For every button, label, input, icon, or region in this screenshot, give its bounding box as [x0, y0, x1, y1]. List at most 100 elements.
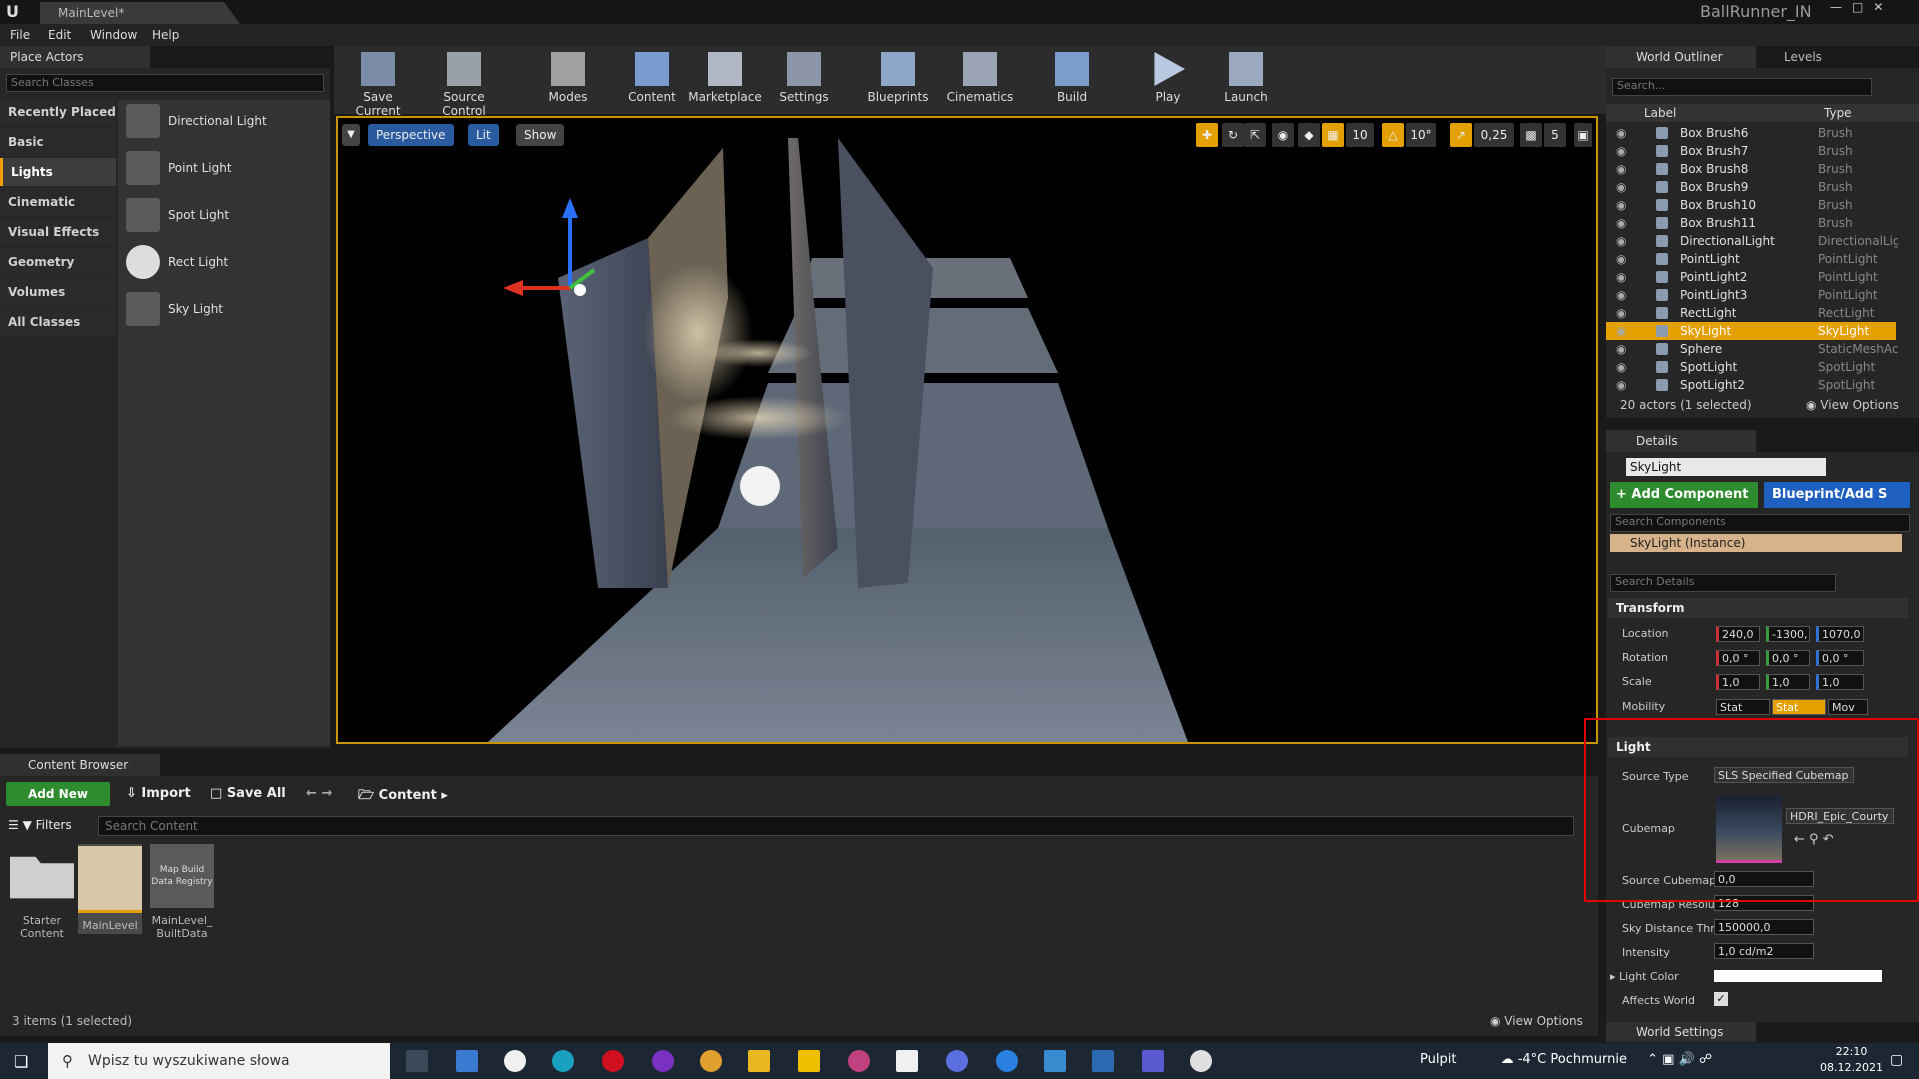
maps-icon[interactable] [996, 1050, 1018, 1072]
task-view-icon[interactable] [406, 1050, 428, 1072]
lit-button[interactable]: Lit [468, 124, 499, 146]
rotation-z-field[interactable]: 0,0 ° [1816, 650, 1864, 666]
eye-icon[interactable]: ◉ [1616, 304, 1626, 322]
eye-icon[interactable]: ◉ [1616, 340, 1626, 358]
outliner-row[interactable]: ◉ Box Brush9 Brush [1606, 178, 1896, 196]
windows-start-icon[interactable]: ❏ [14, 1052, 28, 1071]
outliner-row[interactable]: ◉ PointLight3 PointLight [1606, 286, 1896, 304]
app-icon[interactable] [896, 1050, 918, 1072]
rotation-y-field[interactable]: 0,0 ° [1766, 650, 1810, 666]
save-current-button[interactable]: Save Current [340, 50, 416, 118]
build-button[interactable]: Build [1034, 50, 1110, 110]
outliner-row[interactable]: ◉ SkyLight SkyLight [1606, 322, 1896, 340]
eye-icon[interactable]: ◉ [1616, 232, 1626, 250]
search-classes-input[interactable]: Search Classes [6, 74, 324, 92]
scale-x-field[interactable]: 1,0 [1716, 674, 1760, 690]
mobility-movable-button[interactable]: Mov [1828, 699, 1868, 715]
affects-world-checkbox[interactable]: ✓ [1714, 992, 1728, 1006]
search-details-input[interactable]: Search Details [1610, 574, 1836, 592]
camera-speed-value[interactable]: 5 [1544, 123, 1566, 147]
search-components-input[interactable]: Search Components [1610, 514, 1910, 532]
outliner-row[interactable]: ◉ Sphere StaticMeshAct [1606, 340, 1898, 358]
app-icon[interactable] [1092, 1050, 1114, 1072]
outliner-row[interactable]: ◉ Box Brush11 Brush [1606, 214, 1896, 232]
actor-rect-light[interactable]: Rect Light [118, 241, 330, 285]
search-content-input[interactable]: Search Content [98, 816, 1574, 836]
teams-icon[interactable] [1142, 1050, 1164, 1072]
outliner-row[interactable]: ◉DirectionalLightDirectionalLigh [1606, 232, 1898, 250]
document-tab[interactable]: MainLevel* [40, 2, 240, 24]
gizmo-center[interactable] [574, 284, 586, 296]
asset-mainlevel[interactable]: MainLevel [78, 844, 142, 934]
details-tab[interactable]: Details [1606, 430, 1756, 452]
eye-icon[interactable]: ◉ [1616, 250, 1626, 268]
outliner-row[interactable]: ◉ RectLight RectLight [1606, 304, 1896, 322]
add-new-button[interactable]: Add New [6, 782, 110, 806]
eye-icon[interactable]: ◉ [1616, 142, 1626, 160]
location-z-field[interactable]: 1070,0 [1816, 626, 1864, 642]
file-explorer-icon[interactable] [748, 1050, 770, 1072]
eye-icon[interactable]: ◉ [1616, 322, 1626, 340]
actor-directional-light[interactable]: Directional Light [118, 100, 330, 144]
menu-help[interactable]: Help [152, 28, 179, 42]
launch-button[interactable]: Launch [1208, 50, 1284, 110]
perspective-button[interactable]: Perspective [368, 124, 454, 146]
actor-spot-light[interactable]: Spot Light [118, 194, 330, 238]
light-color-swatch[interactable] [1714, 970, 1882, 982]
eye-icon[interactable]: ◉ [1616, 178, 1626, 196]
scale-snap-icon[interactable]: ↗ [1450, 123, 1472, 147]
add-component-button[interactable]: + Add Component [1610, 482, 1758, 508]
play-button[interactable]: Play [1130, 50, 1206, 110]
mobility-static-button[interactable]: Stat [1716, 699, 1770, 715]
tray-icons[interactable]: ⌃ ▣ 🔊 ☍ [1647, 1052, 1712, 1067]
viewport-options-icon[interactable]: ▼ [342, 124, 360, 146]
app-icon[interactable] [1044, 1050, 1066, 1072]
category-lights[interactable]: Lights [0, 158, 116, 186]
level-viewport[interactable] [336, 116, 1598, 744]
asset-starter-content[interactable]: Starter Content [10, 844, 74, 940]
asset-mainlevel-builtdata[interactable]: Map Build Data Registry MainLevel_ Built… [150, 844, 214, 940]
settings-button[interactable]: Settings [766, 50, 842, 110]
scale-tool-icon[interactable]: ⇱ [1244, 123, 1266, 147]
outliner-row[interactable]: ◉ PointLight PointLight [1606, 250, 1896, 268]
category-recently-placed[interactable]: Recently Placed [0, 98, 116, 126]
window-controls[interactable]: —□✕ [1830, 0, 1893, 14]
edge-icon[interactable] [552, 1050, 574, 1072]
world-outliner-tab[interactable]: World Outliner [1606, 46, 1756, 68]
mobility-stationary-button[interactable]: Stat [1772, 699, 1826, 715]
outliner-view-options[interactable]: ◉ View Options [1806, 398, 1899, 412]
content-button[interactable]: Content [614, 50, 690, 110]
outliner-row[interactable]: ◉ Box Brush6 Brush [1606, 124, 1896, 142]
search-outliner-input[interactable]: Search... [1612, 78, 1872, 96]
menu-file[interactable]: File [10, 28, 30, 42]
content-view-options[interactable]: ◉ View Options [1490, 1014, 1583, 1028]
chrome-icon[interactable] [700, 1050, 722, 1072]
scale-y-field[interactable]: 1,0 [1766, 674, 1810, 690]
taskbar-search-input[interactable]: Wpisz tu wyszukiwane słowa [48, 1043, 390, 1079]
minimize-icon[interactable]: — [1830, 0, 1852, 14]
eye-icon[interactable]: ◉ [1616, 286, 1626, 304]
outliner-row[interactable]: ◉ Box Brush7 Brush [1606, 142, 1896, 160]
close-icon[interactable]: ✕ [1873, 0, 1893, 14]
category-visual-effects[interactable]: Visual Effects [0, 218, 116, 246]
content-browser-tab[interactable]: Content Browser [0, 754, 160, 776]
scale-z-field[interactable]: 1,0 [1816, 674, 1864, 690]
category-all-classes[interactable]: All Classes [0, 308, 116, 336]
grid-snap-value[interactable]: 10 [1346, 123, 1374, 147]
outliner-row[interactable]: ◉ Box Brush8 Brush [1606, 160, 1896, 178]
app-icon[interactable] [504, 1050, 526, 1072]
place-actors-tab[interactable]: Place Actors [0, 46, 150, 68]
world-space-icon[interactable]: ◉ [1272, 123, 1294, 147]
category-volumes[interactable]: Volumes [0, 278, 116, 306]
eye-icon[interactable]: ◉ [1616, 268, 1626, 286]
location-label[interactable]: Location [1622, 627, 1669, 640]
notifications-icon[interactable]: ▢ [1890, 1052, 1903, 1068]
intensity-field[interactable]: 1,0 cd/m2 [1714, 943, 1814, 959]
discord-icon[interactable] [946, 1050, 968, 1072]
path-breadcrumb[interactable]: 🗁 Content ▸ [358, 786, 448, 808]
rotation-x-field[interactable]: 0,0 ° [1716, 650, 1760, 666]
app-icon[interactable] [456, 1050, 478, 1072]
cinematics-button[interactable]: Cinematics [942, 50, 1018, 110]
marketplace-button[interactable]: Marketplace [682, 50, 768, 110]
blueprint-button[interactable]: Blueprint/Add S [1764, 482, 1910, 508]
